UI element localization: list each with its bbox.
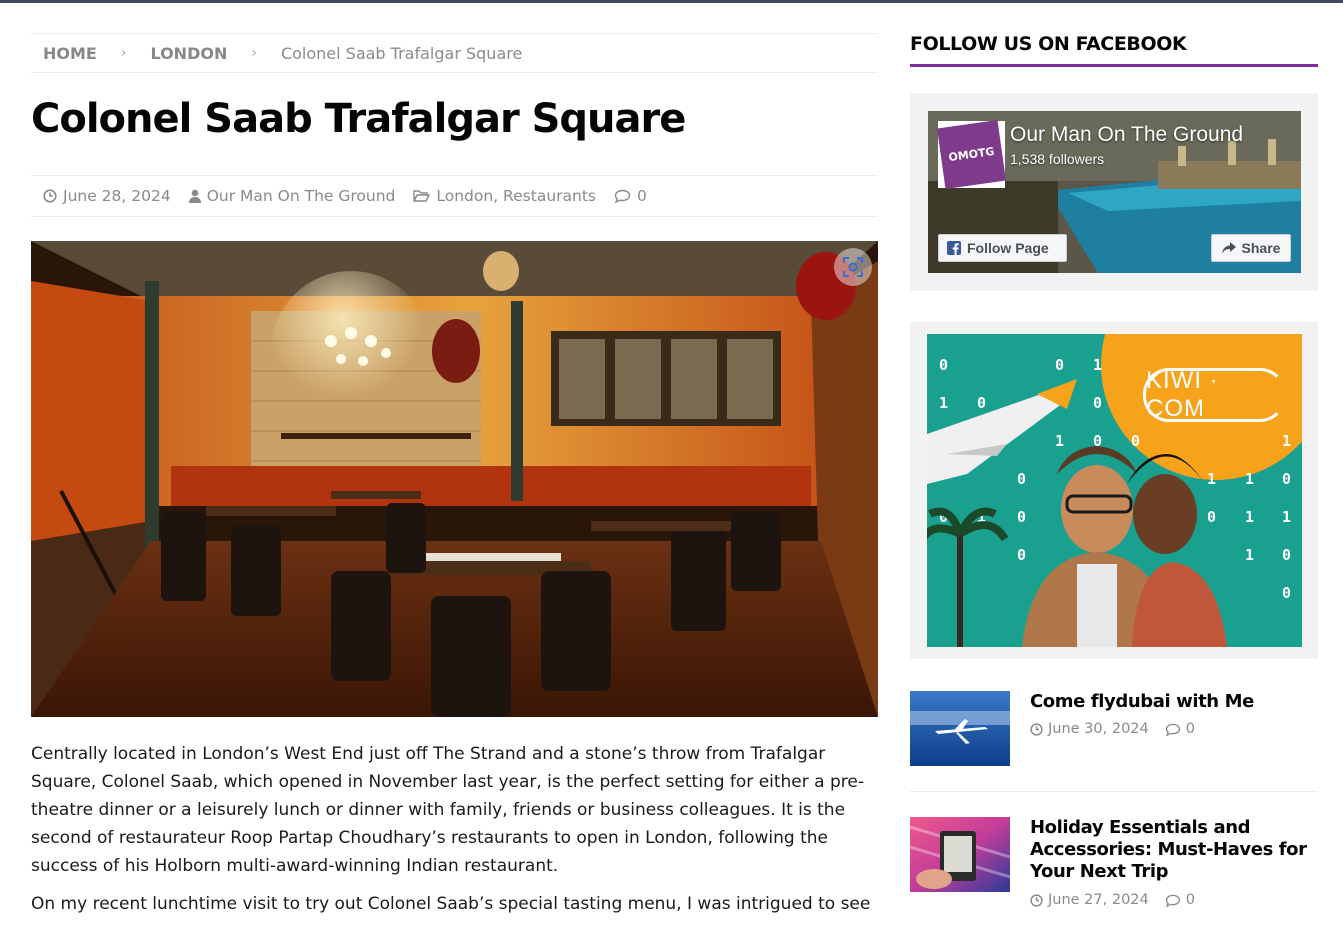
airplane-sky-image	[910, 691, 1010, 766]
post-title-link[interactable]: Come flydubai with Me	[1030, 691, 1318, 713]
post-comment-count: 0	[1185, 721, 1195, 737]
ereader-image	[910, 817, 1010, 892]
follow-page-button[interactable]: Follow Page	[938, 234, 1067, 262]
post-categories: London, Restaurants	[413, 187, 596, 205]
facebook-icon	[947, 241, 961, 255]
article-paragraph: Centrally located in London’s West End j…	[31, 744, 864, 876]
image-zoom-button[interactable]	[834, 248, 872, 286]
ad-illustration	[927, 379, 1227, 647]
breadcrumb-section-link[interactable]: LONDON	[150, 44, 227, 63]
post-date: June 27, 2024	[1048, 892, 1149, 908]
post-thumbnail[interactable]	[910, 691, 1010, 766]
facebook-page-name[interactable]: Our Man On The Ground	[1010, 123, 1290, 147]
facebook-page-card[interactable]: OMOTG Our Man On The Ground 1,538 follow…	[928, 111, 1301, 273]
facebook-followers: 1,538 followers	[1010, 151, 1105, 167]
clock-icon	[43, 189, 57, 203]
post-divider	[910, 791, 1318, 792]
facebook-widget: OMOTG Our Man On The Ground 1,538 follow…	[910, 93, 1318, 291]
omotg-logo: OMOTG	[937, 120, 1006, 189]
post-thumbnail[interactable]	[910, 817, 1010, 892]
comment-icon	[614, 189, 631, 203]
sidebar-post: Holiday Essentials and Accessories: Must…	[910, 817, 1318, 917]
breadcrumb-home-link[interactable]: HOME	[31, 44, 97, 63]
comment-icon	[1165, 723, 1180, 736]
restaurant-interior-image	[31, 241, 878, 717]
post-date: June 28, 2024	[43, 187, 171, 205]
post-meta: June 30, 2024 0	[1030, 721, 1195, 737]
post-author: Our Man On The Ground	[188, 187, 396, 205]
breadcrumb-separator: ›	[120, 45, 127, 61]
share-icon	[1221, 242, 1236, 254]
author-link[interactable]: Our Man On The Ground	[207, 187, 396, 205]
breadcrumb-separator: ›	[251, 45, 257, 61]
post-comments[interactable]: 0	[1165, 721, 1195, 737]
sidebar-post: Come flydubai with Me June 30, 2024 0	[910, 691, 1318, 771]
comment-icon	[1165, 894, 1180, 907]
post-comments: 0	[614, 187, 647, 205]
post-comments[interactable]: 0	[1165, 892, 1195, 908]
folder-icon	[413, 190, 431, 202]
post-title-link[interactable]: Holiday Essentials and Accessories: Must…	[1030, 817, 1318, 883]
post-comment-count: 0	[1185, 892, 1195, 908]
post-date-text: June 28, 2024	[63, 187, 171, 205]
article-hero-image	[31, 241, 878, 717]
article-body: Centrally located in London’s West End j…	[31, 740, 881, 928]
clock-icon	[1030, 722, 1043, 736]
top-bar	[0, 0, 1343, 3]
page-title: Colonel Saab Trafalgar Square	[31, 96, 686, 142]
share-button[interactable]: Share	[1211, 234, 1291, 262]
ad-widget: KIWI · COM 0 0 1 1 0 0 1 0 0 1 0 1 1 0 0…	[910, 322, 1318, 659]
post-date: June 30, 2024	[1048, 721, 1149, 737]
category-links[interactable]: London, Restaurants	[436, 187, 596, 205]
article-meta: June 28, 2024 Our Man On The Ground Lond…	[31, 175, 878, 217]
clock-icon	[1030, 893, 1043, 907]
facebook-widget-heading: FOLLOW US ON FACEBOOK	[910, 33, 1318, 67]
post-meta: June 27, 2024 0	[1030, 892, 1195, 908]
breadcrumb: HOME › LONDON › Colonel Saab Trafalgar S…	[31, 33, 878, 73]
user-icon	[188, 189, 201, 203]
article-paragraph: On my recent lunchtime visit to try out …	[31, 894, 871, 914]
follow-page-label: Follow Page	[967, 240, 1049, 256]
share-label: Share	[1241, 240, 1281, 256]
kiwi-ad-banner[interactable]: KIWI · COM 0 0 1 1 0 0 1 0 0 1 0 1 1 0 0…	[927, 334, 1302, 647]
comments-link[interactable]: 0	[637, 187, 647, 205]
breadcrumb-current: Colonel Saab Trafalgar Square	[280, 43, 523, 63]
facebook-page-logo: OMOTG	[937, 120, 1006, 189]
zoom-icon	[843, 257, 863, 277]
